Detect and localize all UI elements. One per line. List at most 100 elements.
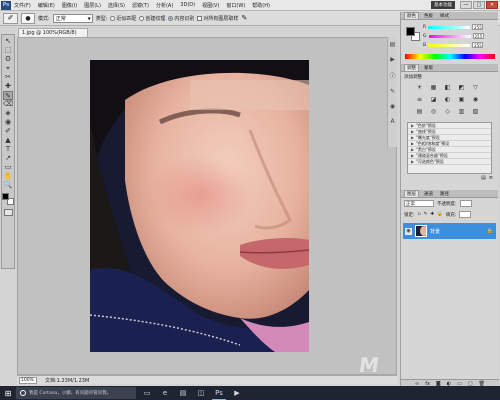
channel-mixer-icon[interactable]: ◉	[471, 96, 480, 104]
gradient-tool-icon[interactable]: ▲	[3, 136, 13, 145]
store-icon[interactable]: ◫	[194, 386, 208, 400]
photo-filter-icon[interactable]: ▣	[457, 96, 466, 104]
task-view-icon[interactable]: ▭	[140, 386, 154, 400]
path-select-tool-icon[interactable]: ↗	[3, 154, 13, 163]
brush-picker[interactable]: ●	[21, 12, 35, 24]
clone-stamp-tool-icon[interactable]: ◈	[3, 109, 13, 118]
move-tool-icon[interactable]: ↖	[3, 37, 13, 46]
hand-tool-icon[interactable]: ✋	[3, 172, 13, 181]
type-option-proximity[interactable]: 近似匹配	[110, 15, 136, 22]
posterize-icon[interactable]: ◎	[429, 108, 438, 116]
zoom-tool-icon[interactable]: 🔍	[3, 181, 13, 190]
radio-texture[interactable]	[139, 15, 145, 21]
tab-color[interactable]: 颜色	[404, 12, 419, 19]
marquee-tool-icon[interactable]: ⬚	[3, 46, 13, 55]
sample-all-checkbox[interactable]	[197, 15, 203, 21]
tab-channels[interactable]: 通道	[422, 190, 435, 197]
radio-proximity[interactable]	[110, 15, 116, 21]
lock-all-icon[interactable]: 🔒	[437, 212, 443, 217]
history-brush-tool-icon[interactable]: ◉	[3, 118, 13, 127]
lock-move-icon[interactable]: ✚	[430, 212, 434, 217]
lock-pixels-icon[interactable]: ▫	[418, 212, 421, 217]
sample-all-layers[interactable]: 对所有图层取样	[197, 15, 238, 22]
eye-icon[interactable]: ◉	[405, 227, 412, 235]
quick-mask-button[interactable]	[3, 209, 13, 216]
menu-analysis[interactable]: 分析(A)	[156, 2, 173, 9]
shape-tool-icon[interactable]: ▭	[3, 163, 13, 172]
workspace-button[interactable]: 基本功能	[431, 1, 455, 9]
blue-value[interactable]: 255	[472, 42, 484, 48]
radio-content-aware[interactable]	[168, 15, 174, 21]
file-explorer-icon[interactable]: ▤	[176, 386, 190, 400]
invert-icon[interactable]: ▤	[415, 108, 424, 116]
preset-selective-color[interactable]: ▶ "可选颜色"预设	[408, 159, 491, 165]
blue-track[interactable]	[428, 43, 471, 47]
foreground-color-swatch[interactable]	[2, 193, 9, 200]
clone-panel-icon[interactable]: ◉	[390, 103, 395, 110]
media-player-icon[interactable]: ▶	[230, 386, 244, 400]
panel-foreground-swatch[interactable]	[406, 27, 415, 36]
black-white-icon[interactable]: ◐	[443, 96, 452, 104]
tab-styles[interactable]: 样式	[438, 12, 451, 19]
minimize-button[interactable]: —	[460, 1, 472, 9]
threshold-icon[interactable]: ◇	[443, 108, 452, 116]
document-tab[interactable]: 1.jpg @ 100%(RGB/8)	[18, 28, 88, 37]
tab-adjustments[interactable]: 调整	[404, 64, 419, 71]
panel-menu-icon[interactable]: ≡	[489, 175, 493, 181]
tab-paths[interactable]: 路径	[438, 190, 451, 197]
tab-swatches[interactable]: 色板	[422, 12, 435, 19]
character-panel-icon[interactable]: A	[390, 118, 394, 125]
type-option-content-aware[interactable]: 内容识别	[168, 15, 194, 22]
portrait-photo[interactable]	[90, 60, 309, 352]
eraser-tool-icon[interactable]: ✐	[3, 127, 13, 136]
hue-saturation-icon[interactable]: ≡	[415, 96, 424, 104]
history-panel-icon[interactable]: ▤	[390, 41, 396, 48]
red-slider[interactable]: R 255	[423, 24, 484, 30]
green-slider[interactable]: G 255	[423, 33, 484, 39]
type-tool-icon[interactable]: T	[3, 145, 13, 154]
brush-panel-icon[interactable]: ✎	[390, 88, 395, 95]
brightness-icon[interactable]: ☀	[415, 84, 424, 92]
color-spectrum[interactable]	[405, 54, 495, 59]
menu-edit[interactable]: 编辑(E)	[38, 2, 55, 9]
menu-image[interactable]: 图像(I)	[62, 2, 77, 9]
photoshop-taskbar-icon[interactable]: Ps	[212, 386, 226, 400]
opacity-field[interactable]	[459, 200, 472, 207]
zoom-field[interactable]: 100%	[19, 376, 37, 384]
close-button[interactable]: ✕	[486, 1, 498, 9]
layer-background[interactable]: ◉ 背景 🔒	[403, 223, 496, 239]
lasso-tool-icon[interactable]: ʘ	[3, 55, 13, 64]
menu-select[interactable]: 选择(S)	[108, 2, 125, 9]
menu-window[interactable]: 窗口(W)	[226, 2, 245, 9]
lock-paint-icon[interactable]: ✎	[424, 212, 428, 217]
tab-layers[interactable]: 图层	[404, 190, 419, 197]
menu-view[interactable]: 视图(V)	[202, 2, 219, 9]
color-balance-icon[interactable]: ◪	[429, 96, 438, 104]
blue-slider[interactable]: B 255	[423, 42, 484, 48]
cortana-search-box[interactable]: 我是 Cortana，小娜。有问题尽管问我。	[16, 387, 136, 399]
crop-tool-icon[interactable]: ✂	[3, 73, 13, 82]
selective-color-icon[interactable]: ▧	[471, 108, 480, 116]
spot-healing-tool-icon[interactable]: ✎	[3, 91, 13, 100]
menu-3d[interactable]: 3D(D)	[180, 2, 195, 8]
maximize-button[interactable]: □	[473, 1, 485, 9]
panel-options-icon[interactable]: ▤	[481, 175, 486, 181]
eyedropper-tool-icon[interactable]: ✚	[3, 82, 13, 91]
menu-help[interactable]: 帮助(H)	[252, 2, 270, 9]
fill-field[interactable]	[459, 211, 472, 218]
tool-preset-picker[interactable]: ✐	[3, 12, 18, 24]
actions-panel-icon[interactable]: ▶	[390, 56, 395, 63]
levels-icon[interactable]: ▦	[429, 84, 438, 92]
curves-icon[interactable]: ◧	[443, 84, 452, 92]
edge-icon[interactable]: e	[158, 386, 172, 400]
red-value[interactable]: 255	[472, 24, 484, 30]
exposure-icon[interactable]: ◩	[457, 84, 466, 92]
tab-masks[interactable]: 蒙版	[422, 64, 435, 71]
brush-tool-icon[interactable]: ⌫	[3, 100, 13, 109]
quick-select-tool-icon[interactable]: ⌖	[3, 64, 13, 73]
pressure-icon[interactable]: ✎	[241, 14, 247, 22]
green-track[interactable]	[428, 34, 471, 38]
mode-select[interactable]: 正常 ▼	[52, 13, 93, 23]
info-panel-icon[interactable]: ⓘ	[389, 71, 395, 80]
gradient-map-icon[interactable]: ▥	[457, 108, 466, 116]
